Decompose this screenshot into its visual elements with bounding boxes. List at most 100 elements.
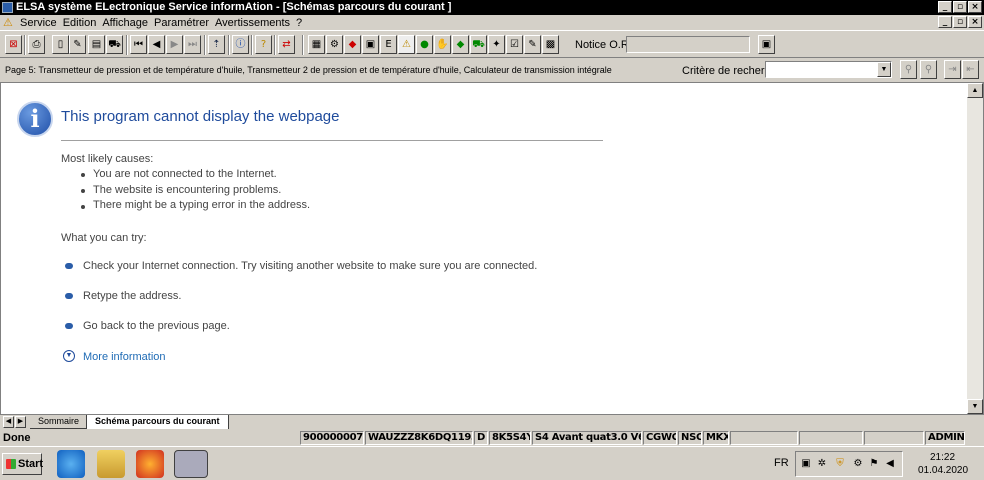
toolbar-separator — [24, 35, 26, 55]
exit-icon[interactable]: ⊠ — [5, 35, 22, 54]
status-gearbox-code: NSC — [678, 431, 702, 445]
file-explorer-icon[interactable] — [97, 450, 125, 478]
edit-document-icon[interactable]: ✎ — [69, 35, 86, 54]
bullet-icon — [65, 293, 73, 299]
elsa-app-icon[interactable] — [174, 450, 208, 478]
internet-explorer-icon[interactable] — [57, 450, 85, 478]
last-page-icon[interactable]: ⏭ — [184, 35, 201, 54]
manual-icon[interactable]: ▣ — [362, 35, 379, 54]
warning-tool-icon[interactable]: ⚠ — [398, 35, 415, 54]
green-car-icon[interactable]: ⛟ — [470, 35, 487, 54]
status-field-empty — [799, 431, 863, 445]
wrench-icon[interactable]: ✦ — [488, 35, 505, 54]
status-model-code: 8K5S4Y — [489, 431, 531, 445]
document-e-icon[interactable]: E — [380, 35, 397, 54]
new-document-icon[interactable]: ▯ — [52, 35, 69, 54]
doc-minimize-button[interactable]: _ — [938, 16, 952, 28]
toolbar-separator — [204, 35, 206, 55]
firefox-icon[interactable] — [136, 450, 164, 478]
split-right-icon[interactable]: ⇤ — [962, 60, 979, 79]
scroll-down-icon[interactable]: ▼ — [967, 399, 983, 414]
start-button[interactable]: Start — [2, 453, 44, 475]
status-field-empty — [730, 431, 798, 445]
status-vin: WAUZZZ8K6DQ119353 — [365, 431, 473, 445]
chevron-down-icon[interactable]: ▼ — [877, 62, 891, 77]
print-icon[interactable]: ⎙ — [28, 35, 45, 54]
search-back-icon[interactable]: ⚲ — [920, 60, 937, 79]
tools-icon[interactable]: ✎ — [524, 35, 541, 54]
language-indicator[interactable]: FR — [774, 457, 789, 469]
menu-affichage[interactable]: Affichage — [102, 17, 154, 29]
search-criteria-select[interactable]: ▼ — [765, 61, 892, 78]
checklist-icon[interactable]: ☑ — [506, 35, 523, 54]
hint-icon[interactable]: ? — [255, 35, 272, 54]
clock-date[interactable]: 01.04.2020 — [918, 465, 968, 476]
book-icon[interactable]: ◆ — [344, 35, 361, 54]
tab-prev-icon[interactable]: ◀ — [3, 416, 14, 428]
clipboard-icon[interactable]: ▤ — [88, 35, 105, 54]
close-button[interactable]: × — [968, 1, 982, 13]
scroll-up-icon[interactable]: ▲ — [967, 83, 983, 98]
menu-service[interactable]: Service — [20, 17, 63, 29]
windows-logo-icon — [6, 459, 16, 469]
bullet-icon — [81, 205, 85, 209]
swap-icon[interactable]: ⇄ — [278, 35, 295, 54]
causes-heading: Most likely causes: — [61, 153, 154, 165]
try-heading: What you can try: — [61, 232, 147, 244]
search-forward-icon[interactable]: ⚲ — [900, 60, 917, 79]
toolbar-separator — [126, 35, 128, 55]
tray-settings-icon[interactable]: ✲ — [816, 458, 828, 470]
module-icon[interactable]: ▦ — [308, 35, 325, 54]
notice-or-field[interactable] — [626, 36, 750, 53]
vertical-scrollbar[interactable]: ▲ ▼ — [967, 83, 983, 414]
tab-schema[interactable]: Schéma parcours du courant — [86, 415, 229, 429]
page-info: Page 5: Transmetteur de pression et de t… — [5, 65, 612, 75]
expand-icon[interactable]: ▼ — [63, 350, 75, 362]
window-title-bar[interactable]: ELSA système ELectronique Service inform… — [0, 0, 984, 15]
bullet-icon — [65, 263, 73, 269]
maximize-button[interactable]: ▫ — [953, 1, 967, 13]
toolbar: ⊠ ⎙ ▯ ✎ ▤ ⛟ ⏮ ◀ ▶ ⏭ ⇡ ⓘ ? ⇄ ▦ ⚙ ◆ ▣ E ⚠ … — [0, 30, 984, 58]
doc-close-button[interactable]: × — [968, 16, 982, 28]
hand-icon[interactable]: ✋ — [434, 35, 451, 54]
tab-sommaire[interactable]: Sommaire — [30, 415, 88, 429]
status-order-number: 9000000079 — [300, 431, 364, 445]
menu-edition[interactable]: Edition — [63, 17, 103, 29]
bullet-icon — [81, 189, 85, 193]
status-vehicle: S4 Avant quat3.0 V624 — [532, 431, 642, 445]
menu-help[interactable]: ? — [296, 17, 308, 29]
notice-open-icon[interactable]: ▣ — [758, 35, 775, 54]
car-icon[interactable]: ⛟ — [106, 35, 123, 54]
next-page-icon[interactable]: ▶ — [166, 35, 183, 54]
more-information-link[interactable]: More information — [83, 351, 166, 363]
menu-bar: ⚠ Service Edition Affichage Paramétrer A… — [0, 15, 984, 30]
try-item: Check your Internet connection. Try visi… — [83, 260, 538, 272]
tab-bar: ◀ ▶ Sommaire Schéma parcours du courant — [0, 415, 984, 429]
status-user: ADMIN — [925, 431, 965, 445]
minimize-button[interactable]: _ — [938, 1, 952, 13]
menu-avertissements[interactable]: Avertissements — [215, 17, 296, 29]
toolbar-separator — [228, 35, 230, 55]
split-left-icon[interactable]: ⇥ — [944, 60, 961, 79]
status-engine-code: CGWC — [643, 431, 677, 445]
info-icon[interactable]: ⓘ — [232, 35, 249, 54]
clock-time[interactable]: 21:22 — [930, 452, 955, 463]
globe-icon[interactable]: ● — [416, 35, 433, 54]
green-book-icon[interactable]: ◆ — [452, 35, 469, 54]
previous-page-icon[interactable]: ◀ — [148, 35, 165, 54]
tray-gear-icon[interactable]: ⚙ — [852, 458, 864, 470]
up-level-icon[interactable]: ⇡ — [208, 35, 225, 54]
tray-shield-icon[interactable]: ⛨ — [834, 458, 846, 470]
bullet-icon — [81, 173, 85, 177]
tray-flag-icon[interactable]: ⚑ — [868, 458, 880, 470]
first-page-icon[interactable]: ⏮ — [130, 35, 147, 54]
settings-icon[interactable]: ▩ — [542, 35, 559, 54]
tray-tool-icon[interactable]: ▣ — [800, 458, 812, 470]
tray-volume-icon[interactable]: ◀ — [884, 458, 896, 470]
engine-icon[interactable]: ⚙ — [326, 35, 343, 54]
start-label: Start — [18, 458, 44, 470]
menu-parametrer[interactable]: Paramétrer — [154, 17, 215, 29]
doc-maximize-button[interactable]: ▫ — [953, 16, 967, 28]
window-title: ELSA système ELectronique Service inform… — [16, 1, 452, 13]
tab-next-icon[interactable]: ▶ — [15, 416, 26, 428]
